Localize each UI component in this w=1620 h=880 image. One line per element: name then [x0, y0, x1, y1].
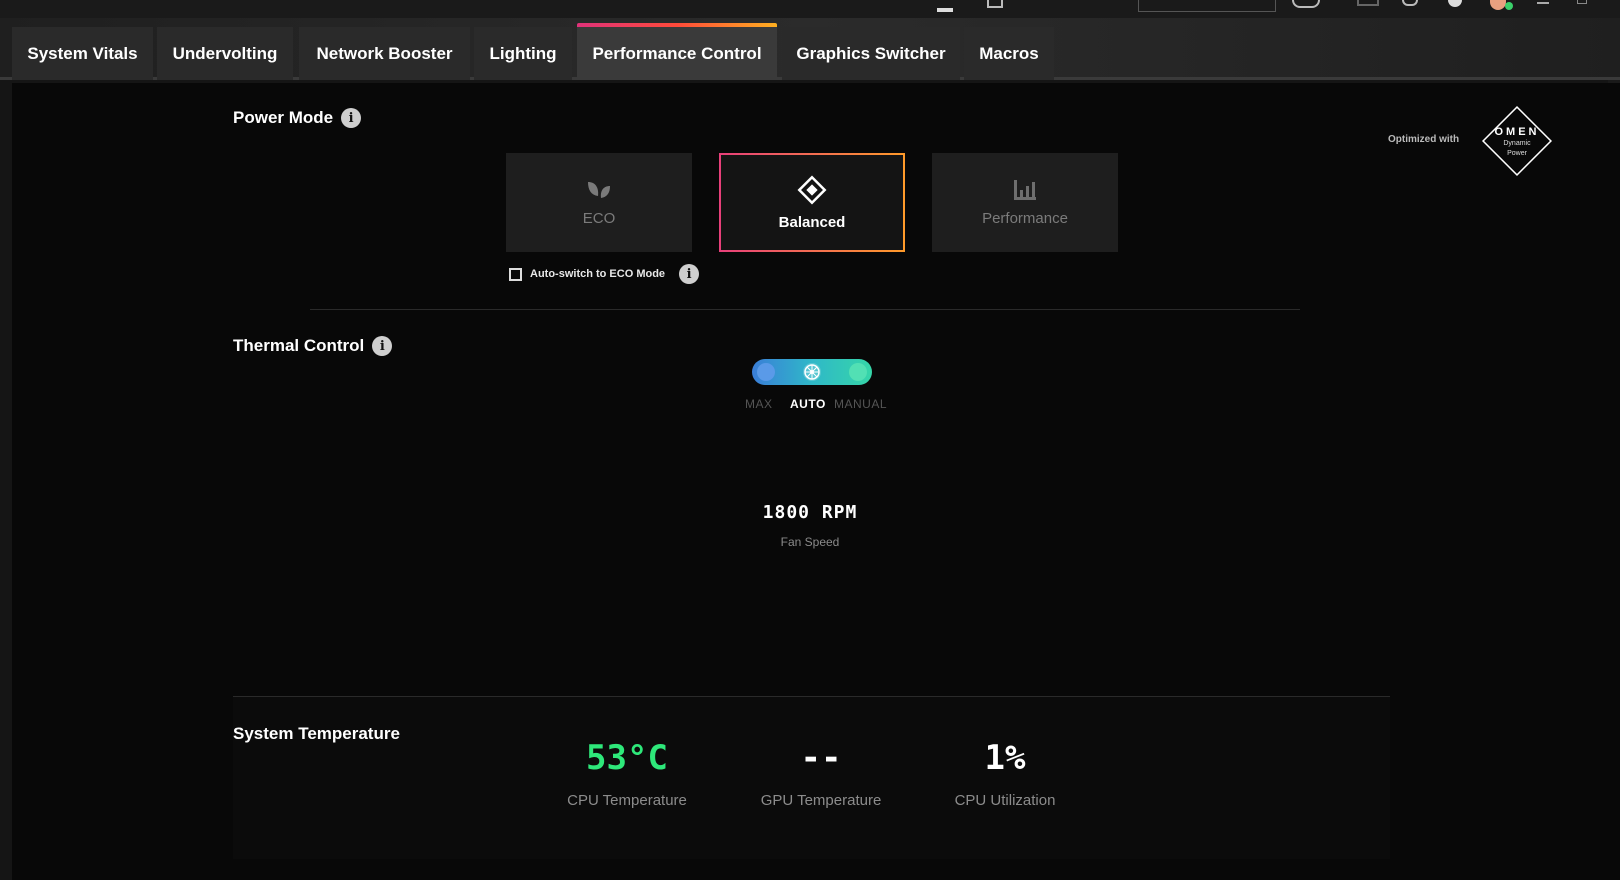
- balanced-mode-label: Balanced: [778, 214, 846, 231]
- eco-mode-button[interactable]: ECO: [506, 153, 692, 252]
- tab-system-vitals[interactable]: System Vitals: [12, 27, 153, 80]
- tab-undervolting[interactable]: Undervolting: [157, 27, 293, 80]
- thermal-control-title: Thermal Control i: [233, 336, 393, 356]
- grid-icon[interactable]: [987, 0, 1003, 8]
- maximize-icon[interactable]: [1577, 0, 1587, 4]
- tab-macros[interactable]: Macros: [964, 27, 1054, 80]
- info-icon[interactable]: i: [372, 336, 393, 356]
- notification-icon[interactable]: [1402, 0, 1418, 6]
- fan-speed-label: Fan Speed: [780, 535, 840, 549]
- fan-icon: [804, 364, 820, 380]
- power-mode-label: Power Mode: [233, 108, 334, 127]
- auto-switch-row: Auto-switch to ECO Mode i: [509, 264, 700, 284]
- logo-sub1: Dynamic: [1503, 140, 1531, 147]
- cpu-utilization-value: 1%: [984, 738, 1026, 778]
- omen-dynamic-power-logo: OMEN Dynamic Power: [1478, 102, 1556, 180]
- thermal-max-label[interactable]: MAX: [745, 397, 773, 411]
- settings-icon[interactable]: [1448, 0, 1462, 7]
- performance-mode-label: Performance: [982, 210, 1068, 227]
- logo-text: OMEN: [1494, 126, 1540, 138]
- section-divider: [310, 309, 1300, 310]
- manual-knob[interactable]: [849, 363, 867, 381]
- cpu-utilization-label: CPU Utilization: [954, 792, 1056, 809]
- system-temperature-label: System Temperature: [233, 724, 400, 743]
- system-temperature-title: System Temperature: [233, 724, 400, 744]
- cpu-temperature-metric: 53°C CPU Temperature: [537, 738, 717, 809]
- gpu-temperature-label: GPU Temperature: [760, 792, 882, 809]
- gpu-temperature-value: --: [800, 738, 842, 778]
- power-mode-title: Power Mode i: [233, 108, 362, 128]
- optimized-label: Optimized with: [1388, 134, 1460, 145]
- title-bar: [0, 0, 1620, 18]
- auto-knob[interactable]: [803, 363, 821, 381]
- gpu-temperature-metric: -- GPU Temperature: [731, 738, 911, 809]
- minimize-icon[interactable]: [1537, 2, 1549, 4]
- thermal-manual-label[interactable]: MANUAL: [834, 397, 887, 411]
- tab-bar: System Vitals Undervolting Network Boost…: [0, 18, 1620, 80]
- gamepad-icon[interactable]: [1292, 0, 1320, 8]
- max-knob[interactable]: [757, 363, 775, 381]
- tab-performance-control[interactable]: Performance Control: [577, 23, 777, 80]
- cpu-temperature-value: 53°C: [586, 738, 668, 778]
- tab-lighting[interactable]: Lighting: [474, 27, 572, 80]
- fan-speed-value: 1800 RPM: [762, 502, 858, 523]
- window-icon[interactable]: [937, 0, 953, 12]
- tab-network-booster[interactable]: Network Booster: [299, 27, 470, 80]
- thermal-auto-label[interactable]: AUTO: [790, 397, 826, 411]
- logo-sub2: Power: [1507, 150, 1527, 157]
- auto-switch-label: Auto-switch to ECO Mode: [530, 268, 666, 280]
- info-icon[interactable]: i: [341, 108, 362, 128]
- performance-mode-button[interactable]: Performance: [932, 153, 1118, 252]
- search-box[interactable]: [1138, 0, 1276, 12]
- auto-switch-checkbox[interactable]: [509, 267, 522, 281]
- info-icon[interactable]: i: [679, 264, 700, 284]
- thermal-mode-toggle[interactable]: [752, 359, 872, 385]
- balanced-mode-button[interactable]: Balanced: [719, 153, 905, 252]
- leaf-icon: [588, 182, 610, 198]
- cpu-utilization-metric: 1% CPU Utilization: [915, 738, 1095, 809]
- online-status-dot: [1505, 2, 1513, 10]
- chat-icon[interactable]: [1357, 0, 1379, 6]
- avatar[interactable]: [1490, 0, 1506, 10]
- tab-graphics-switcher[interactable]: Graphics Switcher: [782, 27, 960, 80]
- cpu-temperature-label: CPU Temperature: [567, 792, 687, 809]
- eco-mode-label: ECO: [582, 210, 616, 227]
- bars-icon: [1014, 180, 1036, 200]
- thermal-control-label: Thermal Control: [233, 336, 365, 355]
- diamond-icon: [797, 175, 827, 205]
